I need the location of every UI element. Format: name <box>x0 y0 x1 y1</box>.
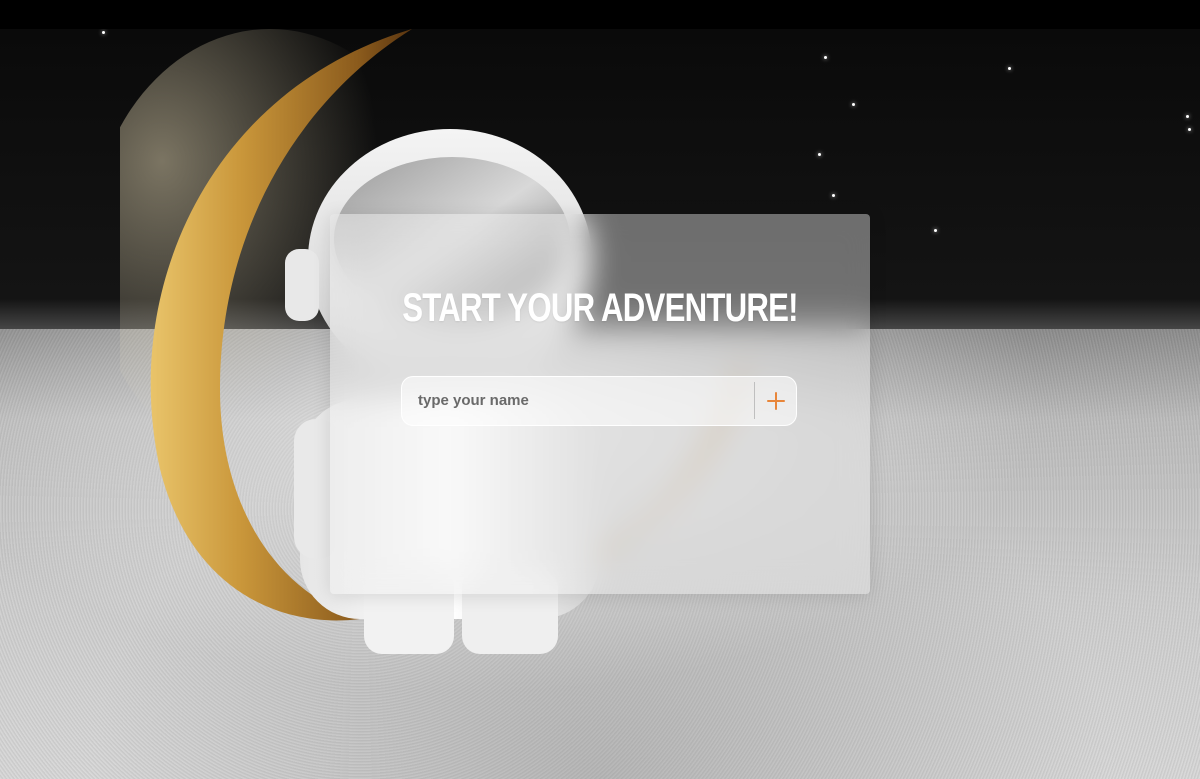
star <box>1186 115 1189 118</box>
star <box>1008 67 1011 70</box>
star <box>852 103 855 106</box>
top-bar <box>0 0 1200 29</box>
plus-icon <box>767 391 785 410</box>
name-input-group <box>401 376 797 426</box>
star <box>1188 128 1191 131</box>
star <box>934 229 937 232</box>
add-button[interactable] <box>755 377 797 424</box>
star <box>818 153 821 156</box>
star <box>102 31 105 34</box>
star <box>824 56 827 59</box>
star <box>832 194 835 197</box>
signup-card: START YOUR ADVENTURE! <box>330 214 870 594</box>
page: START YOUR ADVENTURE! <box>0 0 1200 779</box>
card-title: START YOUR ADVENTURE! <box>402 286 798 330</box>
name-input[interactable] <box>402 377 754 424</box>
